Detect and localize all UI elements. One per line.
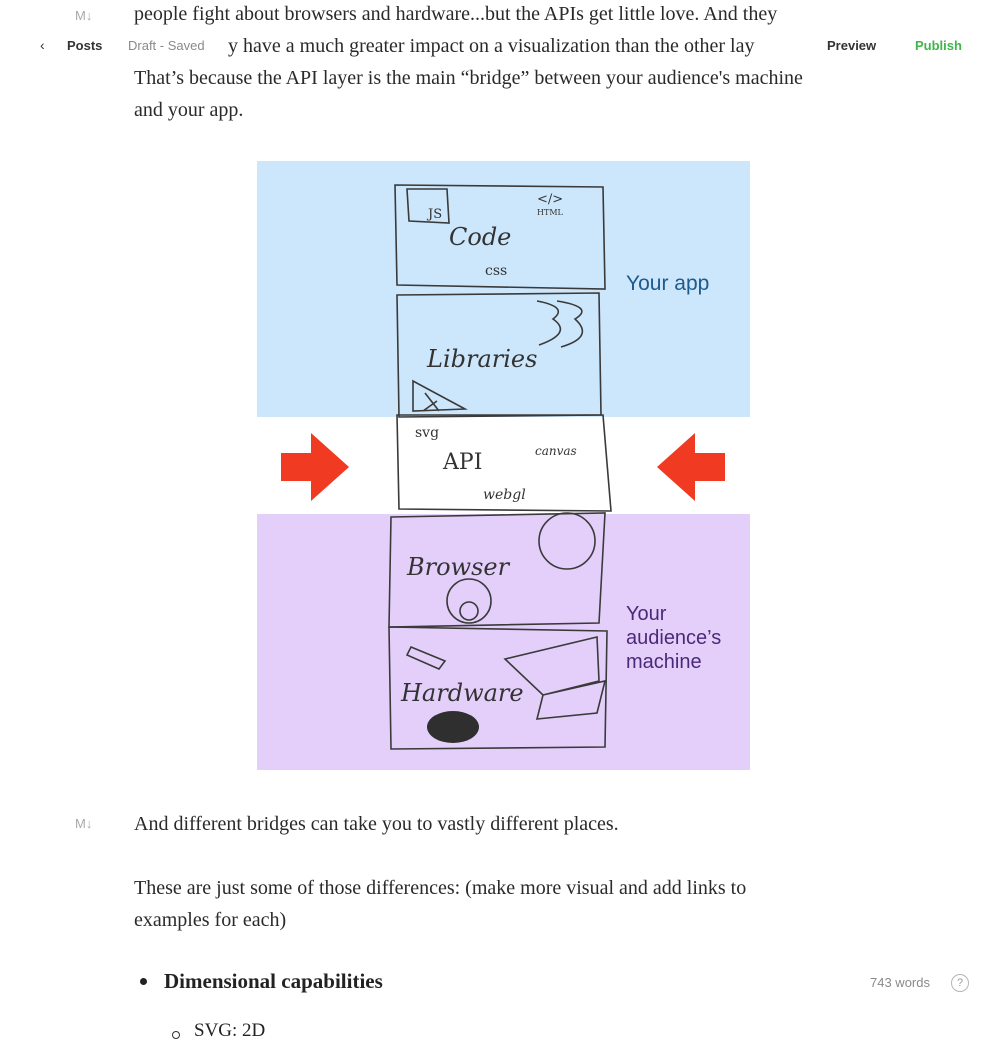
sketch-code-label: Code bbox=[449, 223, 511, 251]
headset-sketch bbox=[427, 711, 479, 743]
posts-link[interactable]: Posts bbox=[67, 38, 102, 53]
sketch-libraries-label: Libraries bbox=[426, 345, 537, 373]
arrow-right-icon bbox=[281, 433, 349, 501]
sub-list-item: SVG: 2D bbox=[172, 1020, 266, 1042]
sub-list-item-text: SVG: 2D bbox=[194, 1020, 266, 1041]
paragraph-line: These are just some of those differences… bbox=[134, 877, 747, 899]
list-item-text: Dimensional capabilities bbox=[164, 969, 383, 993]
preview-button[interactable]: Preview bbox=[819, 38, 885, 53]
sketch-api-label: API bbox=[442, 450, 482, 475]
list-item: Dimensional capabilities bbox=[140, 966, 840, 996]
publish-button[interactable]: Publish bbox=[915, 38, 962, 53]
help-icon[interactable]: ? bbox=[951, 974, 969, 992]
arrow-left-icon bbox=[657, 433, 725, 501]
paragraph[interactable]: These are just some of those differences… bbox=[134, 872, 894, 936]
bullet-list[interactable]: Dimensional capabilities SVG: 2D bbox=[140, 966, 840, 1041]
sketch-js-label: JS bbox=[426, 207, 442, 222]
save-status: Draft - Saved bbox=[128, 38, 217, 53]
paragraph[interactable]: And different bridges can take you to va… bbox=[134, 808, 894, 840]
paragraph[interactable]: people fight about browsers and hardware… bbox=[134, 0, 894, 30]
sketch-css-label: css bbox=[485, 263, 507, 279]
sketch-browser-label: Browser bbox=[406, 553, 511, 581]
sketch-html-tag: </> bbox=[537, 192, 563, 207]
bullet-icon bbox=[140, 978, 147, 985]
layers-diagram-image: JS </> HTML Code css Libraries svg API c… bbox=[257, 161, 750, 770]
machine-label-line: machine bbox=[626, 651, 702, 673]
paragraph-line: examples for each) bbox=[134, 909, 287, 931]
sketch-hardware-label: Hardware bbox=[400, 679, 524, 707]
paragraph-line: people fight about browsers and hardware… bbox=[134, 3, 778, 25]
paragraph-line: That’s because the API layer is the main… bbox=[134, 67, 803, 89]
sketch-webgl-label: webgl bbox=[483, 487, 526, 503]
hollow-bullet-icon bbox=[172, 1031, 180, 1039]
paragraph-line: And different bridges can take you to va… bbox=[134, 813, 619, 835]
machine-label-line: audience’s bbox=[626, 627, 721, 649]
markdown-icon[interactable]: M↓ bbox=[75, 8, 92, 23]
paragraph-line-partial: y have a much greater impact on a visual… bbox=[228, 35, 755, 57]
chevron-left-icon[interactable]: ‹ bbox=[40, 37, 45, 53]
sketch-svg-label: svg bbox=[415, 425, 439, 441]
your-app-label: Your app bbox=[626, 272, 709, 295]
machine-label-line: Your bbox=[626, 603, 667, 625]
paragraph-line: and your app. bbox=[134, 99, 244, 121]
paragraph[interactable]: That’s because the API layer is the main… bbox=[134, 62, 894, 126]
sketch-canvas-label: canvas bbox=[535, 444, 577, 458]
word-count: 743 words bbox=[870, 975, 930, 990]
sketch-html-label: HTML bbox=[537, 208, 564, 217]
markdown-icon[interactable]: M↓ bbox=[75, 816, 92, 831]
